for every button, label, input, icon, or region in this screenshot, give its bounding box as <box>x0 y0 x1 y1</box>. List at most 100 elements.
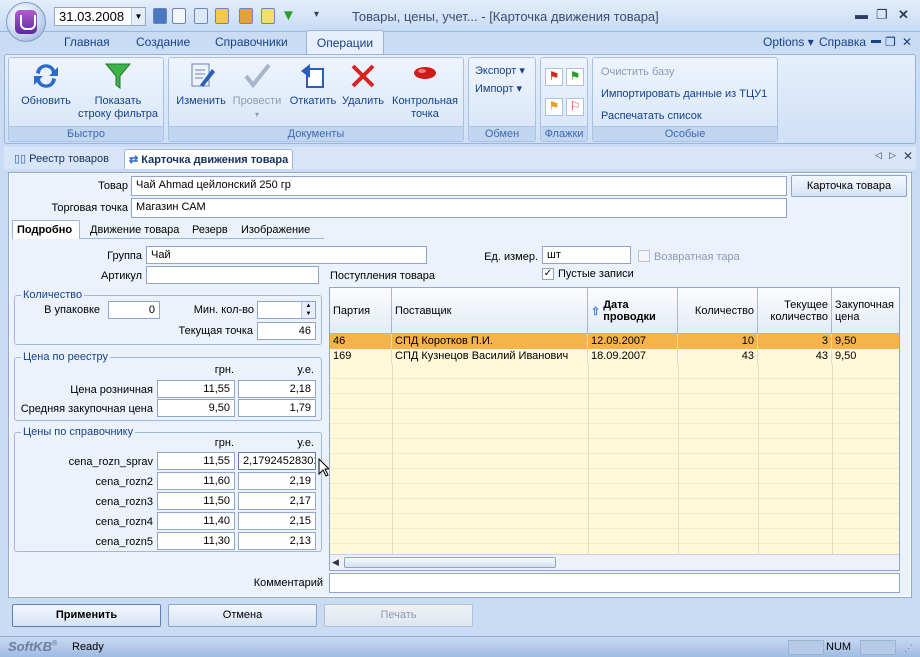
ref-price-ue-4[interactable]: 2,15 <box>238 512 316 530</box>
resize-grip-icon[interactable]: ⋰ <box>904 643 913 654</box>
retail-price-uah[interactable]: 11,55 <box>157 380 235 398</box>
tab-operations[interactable]: Операции <box>306 30 384 55</box>
tab-create[interactable]: Создание <box>136 35 190 49</box>
delete-button[interactable]: Удалить <box>337 61 389 108</box>
export-menu[interactable]: Экспорт ▾ <box>475 64 525 77</box>
spin-arrows-icon[interactable]: ▲ ▼ <box>301 302 315 318</box>
empty-records-checkbox[interactable]: ✓ <box>542 268 554 280</box>
outlet-field[interactable]: Магазин САМ <box>131 198 787 218</box>
import-tcu-button[interactable]: Импортировать данные из ТЦУ1 <box>601 88 767 100</box>
per-pack-field[interactable]: 0 <box>108 301 160 319</box>
flag-clear-icon[interactable]: ⚐ <box>566 98 584 116</box>
post-button[interactable]: Провести ▾ <box>229 61 285 121</box>
ref-price-ue-3[interactable]: 2,17 <box>238 492 316 510</box>
brand-text: SoftKB <box>8 639 53 654</box>
document-tabs: ▯▯ Реестр товаров ⇄ Карточка движения то… <box>4 147 916 169</box>
maximize-icon[interactable]: ❐ <box>876 7 888 23</box>
col-current-qty[interactable]: Текущее количество <box>758 288 832 334</box>
tabs-scroll-left-icon[interactable]: ◁ <box>875 150 882 161</box>
current-point-field[interactable]: 46 <box>257 322 316 340</box>
print-button[interactable]: Печать <box>324 604 473 627</box>
ref-price-ue-2[interactable]: 2,19 <box>238 472 316 490</box>
minimize-icon[interactable]: ▬ <box>855 7 868 22</box>
money-icon[interactable] <box>239 8 253 24</box>
ref-price-ue-5[interactable]: 2,13 <box>238 532 316 550</box>
comment-field[interactable] <box>329 573 900 593</box>
unit-field[interactable]: шт <box>542 246 631 264</box>
scroll-left-icon[interactable]: ◀ <box>332 557 339 568</box>
flag-red-green-icon[interactable]: ⚑ <box>545 68 563 86</box>
outlet-label: Торговая точка <box>51 202 128 214</box>
subtab-movement[interactable]: Движение товара <box>90 224 179 236</box>
edit-icon[interactable] <box>215 8 229 24</box>
tab-close-icon[interactable]: ✕ <box>903 149 913 163</box>
ref-price-label-4: cena_rozn4 <box>95 516 154 528</box>
col-date[interactable]: ⇧ Дата проводки <box>588 288 678 334</box>
import-menu[interactable]: Импорт ▾ <box>475 82 522 95</box>
filter-icon[interactable]: ▼ <box>281 7 296 24</box>
ref-price-uah-2[interactable]: 11,60 <box>157 472 235 490</box>
show-filter-row-button[interactable]: Показать строку фильтра <box>75 61 161 121</box>
tab-product-registry[interactable]: ▯▯ Реестр товаров <box>10 149 113 169</box>
ribbon-minimize-icon[interactable]: ▬ <box>871 35 881 46</box>
rollback-button[interactable]: Откатить <box>285 61 341 108</box>
ref-price-label-2: cena_rozn2 <box>95 476 154 488</box>
col-batch[interactable]: Партия <box>330 288 392 334</box>
table-row[interactable]: 46 СПД Коротков П.И. 12.09.2007 10 3 9,5… <box>330 334 899 349</box>
help-link[interactable]: Справка <box>819 35 866 49</box>
edit-button[interactable]: Изменить <box>173 61 229 108</box>
subtab-details[interactable]: Подробно <box>12 220 80 239</box>
group-field[interactable]: Чай <box>146 246 427 264</box>
avg-purchase-uah[interactable]: 9,50 <box>157 399 235 417</box>
empty-row <box>330 484 899 499</box>
subtab-reserve[interactable]: Резерв <box>192 224 228 236</box>
col-purchase-price[interactable]: Закупочная цена <box>832 288 899 334</box>
chevron-down-icon[interactable]: ▼ <box>131 8 145 25</box>
ref-price-uah-1[interactable]: 11,55 <box>157 452 235 470</box>
cell-supplier: СПД Кузнецов Василий Иванович <box>392 349 588 364</box>
tab-home[interactable]: Главная <box>64 35 110 49</box>
min-qty-stepper[interactable]: ▲ ▼ <box>257 301 316 319</box>
app-menu-button[interactable] <box>6 2 46 42</box>
reference-prices-title: Цены по справочнику <box>21 426 136 438</box>
cancel-button[interactable]: Отмена <box>168 604 317 627</box>
date-picker[interactable]: 31.03.2008 ▼ <box>54 7 146 26</box>
ribbon-close-icon[interactable]: ✕ <box>902 35 912 49</box>
ribbon-restore-icon[interactable]: ❐ <box>885 35 896 49</box>
tab-movement-card[interactable]: ⇄ Карточка движения товара <box>124 149 294 169</box>
flag-green-icon[interactable]: ⚑ <box>566 68 584 86</box>
document-arrow-icon[interactable] <box>194 8 208 24</box>
clear-database-button[interactable]: Очистить базу <box>601 66 674 78</box>
ref-price-uah-4[interactable]: 11,40 <box>157 512 235 530</box>
returnable-checkbox[interactable] <box>638 250 650 262</box>
subtab-image[interactable]: Изображение <box>241 224 310 236</box>
close-icon[interactable]: ✕ <box>898 7 909 23</box>
options-menu[interactable]: Options ▾ <box>763 35 814 49</box>
receipts-grid[interactable]: Партия Поставщик ⇧ Дата проводки Количест… <box>329 287 900 571</box>
horizontal-scrollbar[interactable]: ◀ <box>330 554 899 570</box>
tab-references[interactable]: Справочники <box>215 35 288 49</box>
ref-price-uah-5[interactable]: 11,30 <box>157 532 235 550</box>
refresh-button[interactable]: Обновить <box>13 61 79 108</box>
calendar-icon[interactable] <box>153 8 167 24</box>
report-icon[interactable] <box>172 8 186 24</box>
list-icon[interactable] <box>261 8 275 24</box>
flag-orange-icon[interactable]: ⚑ <box>545 98 563 116</box>
col-qty[interactable]: Количество <box>678 288 758 334</box>
control-point-button[interactable]: Контрольная точка <box>387 61 463 121</box>
table-row[interactable]: 169 СПД Кузнецов Василий Иванович 18.09.… <box>330 349 899 364</box>
quick-access-dropdown-icon[interactable]: ▾ <box>314 9 319 20</box>
print-list-button[interactable]: Распечатать список <box>601 110 702 122</box>
scroll-thumb[interactable] <box>344 557 556 568</box>
tabs-scroll-right-icon[interactable]: ▷ <box>889 150 896 161</box>
ref-price-uah-3[interactable]: 11,50 <box>157 492 235 510</box>
product-field[interactable]: Чай Ahmad цейлонский 250 гр <box>131 176 787 196</box>
col-supplier[interactable]: Поставщик <box>392 288 588 334</box>
article-field[interactable] <box>146 266 319 284</box>
apply-button[interactable]: Применить <box>12 604 161 627</box>
avg-purchase-ue[interactable]: 1,79 <box>238 399 316 417</box>
ref-price-ue-1[interactable]: 2,17924528301 <box>238 452 316 470</box>
retail-price-ue[interactable]: 2,18 <box>238 380 316 398</box>
col-divider <box>392 364 393 559</box>
product-card-button[interactable]: Карточка товара <box>791 175 907 197</box>
